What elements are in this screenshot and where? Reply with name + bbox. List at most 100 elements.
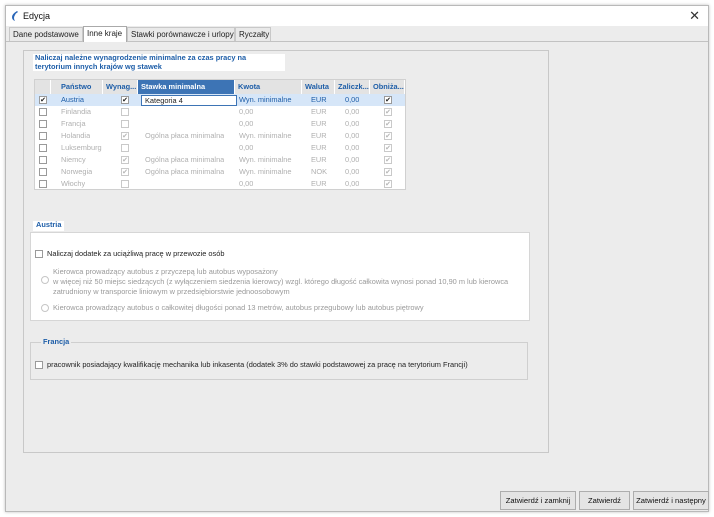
obniza-checkbox[interactable]: ✔: [384, 180, 392, 188]
austria-radio-2[interactable]: [41, 304, 49, 312]
button-bar: Zatwierdź i zamknij Zatwierdź Zatwierdź …: [6, 491, 709, 511]
wynag-checkbox[interactable]: ✔: [121, 96, 129, 104]
table-row[interactable]: Francja 0,00 EUR 0,00 ✔: [35, 118, 405, 130]
france-section: Francja pracownik posiadający kwalifikac…: [30, 337, 528, 380]
obniza-checkbox[interactable]: ✔: [384, 144, 392, 152]
austria-radio-1-line1: Kierowca prowadzący autobus z przyczepą …: [53, 267, 278, 276]
zaliczka-cell: 0,00: [345, 155, 360, 164]
row-select-checkbox[interactable]: ✔: [39, 96, 47, 104]
kwota-cell: 0,00: [239, 107, 254, 116]
row-select-checkbox[interactable]: [39, 132, 47, 140]
grid-header-obniza[interactable]: Obniża...: [370, 80, 405, 94]
tab-strip: Dane podstawowe Inne kraje Stawki porówn…: [6, 26, 708, 42]
waluta-cell: NOK: [311, 167, 328, 176]
austria-main-checkbox[interactable]: [35, 250, 43, 258]
grid-header-waluta[interactable]: Waluta: [302, 80, 335, 94]
zaliczka-cell: 0,00: [345, 167, 360, 176]
stawka-edit-cell[interactable]: Kategoria 4: [141, 95, 237, 106]
austria-main-option: Naliczaj dodatek za uciążliwą pracę w pr…: [47, 249, 225, 258]
table-row[interactable]: Finlandia 0,00 EUR 0,00 ✔: [35, 106, 405, 118]
kwota-cell: Wyn. minimalne: [239, 95, 292, 104]
confirm-close-button[interactable]: Zatwierdź i zamknij: [500, 491, 576, 510]
waluta-cell: EUR: [311, 155, 327, 164]
table-row[interactable]: Holandia ✔ Ogólna płaca minimalna Wyn. mini…: [35, 130, 405, 142]
obniza-checkbox[interactable]: ✔: [384, 132, 392, 140]
title-bar: Edycja ✕: [6, 6, 708, 26]
wynag-checkbox[interactable]: [121, 108, 129, 116]
kwota-cell: 0,00: [239, 143, 254, 152]
wynag-checkbox[interactable]: [121, 180, 129, 188]
zaliczka-cell: 0,00: [345, 119, 360, 128]
grid-title: Naliczaj należne wynagrodzenie minimalne…: [33, 53, 285, 71]
table-row[interactable]: ✔ Austria ✔ Kategoria 4 Wyn. minimalne EUR 0,0…: [35, 94, 405, 106]
kwota-cell: Wyn. minimalne: [239, 131, 292, 140]
confirm-button[interactable]: Zatwierdź: [579, 491, 630, 510]
austria-radio-1-line3: zatrudniony w transporcie liniowym w prz…: [53, 287, 290, 296]
kwota-cell: 0,00: [239, 119, 254, 128]
austria-radio-1[interactable]: [41, 276, 49, 284]
wynag-checkbox[interactable]: [121, 144, 129, 152]
table-row[interactable]: Norwegia ✔ Ogólna płaca minimalna Wyn. mini…: [35, 166, 405, 178]
country-cell: Włochy: [61, 179, 86, 188]
wynag-checkbox[interactable]: [121, 120, 129, 128]
row-select-checkbox[interactable]: [39, 120, 47, 128]
confirm-next-button[interactable]: Zatwierdź i następny: [633, 491, 709, 510]
country-cell: Austria: [61, 95, 85, 104]
table-row[interactable]: Włochy 0,00 EUR 0,00 ✔: [35, 178, 405, 189]
waluta-cell: EUR: [311, 107, 327, 116]
wynag-checkbox[interactable]: ✔: [121, 132, 129, 140]
tab-inne-kraje[interactable]: Inne kraje: [83, 26, 127, 42]
france-checkbox[interactable]: [35, 361, 43, 369]
row-select-checkbox[interactable]: [39, 180, 47, 188]
grid-header-kwota[interactable]: Kwota: [235, 80, 302, 94]
window-title: Edycja: [23, 11, 51, 21]
obniza-checkbox[interactable]: ✔: [384, 96, 392, 104]
countries-grid: Państwo Wynag... Stawka minimalna Kwota …: [34, 79, 406, 190]
austria-radio-2-label: Kierowca prowadzący autobus o całkowitej…: [53, 303, 424, 312]
country-cell: Francja: [61, 119, 86, 128]
wynag-checkbox[interactable]: ✔: [121, 156, 129, 164]
austria-radio-1-line2: w więcej niż 50 miejsc siedzących (z wył…: [53, 277, 509, 286]
tab-stawki-porownawcze[interactable]: Stawki porównawcze i urlopy: [127, 27, 235, 41]
waluta-cell: EUR: [311, 131, 327, 140]
grid-header-panstwo[interactable]: Państwo: [51, 80, 103, 94]
waluta-cell: EUR: [311, 143, 327, 152]
table-row[interactable]: Luksemburg 0,00 EUR 0,00 ✔: [35, 142, 405, 154]
zaliczka-cell: 0,00: [345, 107, 360, 116]
waluta-cell: EUR: [311, 95, 327, 104]
france-option: pracownik posiadający kwalifikację mecha…: [47, 360, 468, 369]
app-icon: [12, 11, 18, 21]
obniza-checkbox[interactable]: ✔: [384, 120, 392, 128]
waluta-cell: EUR: [311, 119, 327, 128]
grid-header-wynag[interactable]: Wynag...: [103, 80, 138, 94]
country-cell: Luksemburg: [61, 143, 102, 152]
tab-ryczalty[interactable]: Ryczałty: [235, 27, 271, 41]
obniza-checkbox[interactable]: ✔: [384, 156, 392, 164]
france-title: Francja: [41, 337, 72, 346]
row-select-checkbox[interactable]: [39, 156, 47, 164]
tab-dane-podstawowe[interactable]: Dane podstawowe: [9, 27, 83, 41]
grid-header-select: [35, 80, 51, 94]
row-select-checkbox[interactable]: [39, 108, 47, 116]
close-icon[interactable]: ✕: [689, 8, 700, 24]
kwota-cell: Wyn. minimalne: [239, 155, 292, 164]
country-cell: Niemcy: [61, 155, 86, 164]
kwota-cell: Wyn. minimalne: [239, 167, 292, 176]
stawka-cell: Ogólna płaca minimalna: [145, 131, 225, 140]
grid-header-stawka[interactable]: Stawka minimalna: [138, 80, 235, 94]
grid-title-text: Naliczaj należne wynagrodzenie minimalne…: [35, 53, 247, 71]
wynag-checkbox[interactable]: ✔: [121, 168, 129, 176]
zaliczka-cell: 0,00: [345, 179, 360, 188]
stawka-cell: Ogólna płaca minimalna: [145, 155, 225, 164]
row-select-checkbox[interactable]: [39, 144, 47, 152]
austria-section: Naliczaj dodatek za uciążliwą pracę w pr…: [30, 232, 530, 321]
austria-title: Austria: [33, 220, 65, 231]
obniza-checkbox[interactable]: ✔: [384, 168, 392, 176]
stawka-cell: Ogólna płaca minimalna: [145, 167, 225, 176]
table-row[interactable]: Niemcy ✔ Ogólna płaca minimalna Wyn. minima…: [35, 154, 405, 166]
obniza-checkbox[interactable]: ✔: [384, 108, 392, 116]
edit-window: Edycja ✕ Dane podstawowe Inne kraje Staw…: [5, 5, 709, 512]
grid-header-zaliczka[interactable]: Zaliczk...: [335, 80, 370, 94]
row-select-checkbox[interactable]: [39, 168, 47, 176]
country-cell: Finlandia: [61, 107, 91, 116]
